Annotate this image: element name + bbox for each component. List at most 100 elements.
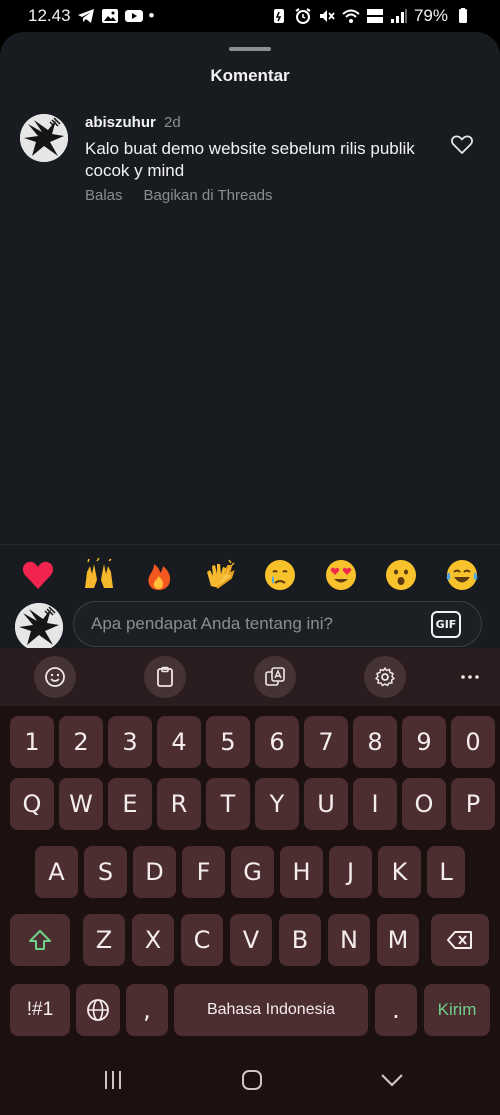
key-o[interactable]: O [402, 778, 446, 830]
key-q[interactable]: Q [10, 778, 54, 830]
status-bar: 12.43 • 79% [0, 0, 500, 32]
gif-button[interactable]: GIF [431, 611, 461, 638]
comment-time: 2d [164, 114, 181, 131]
comments-sheet: Komentar abiszuhur 2d Kalo buat demo web… [0, 32, 500, 544]
key-5[interactable]: 5 [206, 716, 250, 768]
fire-emoji-icon[interactable] [139, 555, 179, 595]
back-icon[interactable] [372, 1064, 412, 1096]
key-k[interactable]: K [378, 846, 421, 898]
gear-icon[interactable] [364, 656, 406, 698]
key-h[interactable]: H [280, 846, 323, 898]
period-key[interactable]: . [375, 984, 417, 1036]
key-z[interactable]: Z [83, 914, 125, 966]
home-icon[interactable] [232, 1064, 272, 1096]
key-s[interactable]: S [84, 846, 127, 898]
heart-eyes-emoji-icon[interactable] [321, 555, 361, 595]
commenter-avatar[interactable] [20, 114, 68, 162]
raising-hands-emoji-icon[interactable] [79, 555, 119, 595]
key-w[interactable]: W [59, 778, 103, 830]
signal-icon [390, 8, 408, 24]
comment-item: abiszuhur 2d Kalo buat demo website sebe… [20, 114, 480, 224]
clipboard-icon[interactable] [144, 656, 186, 698]
emoji-reaction-bar: GIF [0, 544, 500, 651]
key-p[interactable]: P [451, 778, 495, 830]
key-1[interactable]: 1 [10, 716, 54, 768]
telegram-icon [77, 8, 95, 24]
key-7[interactable]: 7 [304, 716, 348, 768]
space-key[interactable]: Bahasa Indonesia [174, 984, 368, 1036]
heart-emoji-icon[interactable] [18, 555, 58, 595]
key-8[interactable]: 8 [353, 716, 397, 768]
key-a[interactable]: A [35, 846, 78, 898]
key-m[interactable]: M [377, 914, 419, 966]
tears-of-joy-emoji-icon[interactable] [442, 555, 482, 595]
reply-button[interactable]: Balas [85, 187, 123, 204]
key-l[interactable]: L [427, 846, 465, 898]
status-right: 79% [270, 6, 472, 26]
comment-input[interactable] [91, 602, 421, 646]
comment-username[interactable]: abiszuhur [85, 114, 156, 131]
alarm-icon [294, 8, 312, 24]
symbols-key[interactable]: !#1 [10, 984, 70, 1036]
key-i[interactable]: I [353, 778, 397, 830]
key-d[interactable]: D [133, 846, 176, 898]
comma-key[interactable]: , [126, 984, 168, 1036]
battery-saver-icon [270, 8, 288, 24]
mute-icon [318, 8, 336, 24]
surprised-face-emoji-icon[interactable] [381, 555, 421, 595]
comment-header: abiszuhur 2d [85, 114, 181, 131]
comment-input-box[interactable]: GIF [73, 601, 482, 647]
backspace-icon [447, 931, 472, 949]
key-t[interactable]: T [206, 778, 250, 830]
share-threads-button[interactable]: Bagikan di Threads [144, 187, 273, 204]
status-dot: • [148, 6, 155, 25]
backspace-key[interactable] [431, 914, 489, 966]
navigation-bar [0, 1046, 500, 1115]
send-key[interactable]: Kirim [424, 984, 490, 1036]
language-key[interactable] [76, 984, 120, 1036]
comment-actions: Balas Bagikan di Threads [85, 187, 273, 204]
current-user-avatar [15, 603, 63, 651]
key-b[interactable]: B [279, 914, 321, 966]
drag-handle[interactable] [229, 47, 271, 51]
key-0[interactable]: 0 [451, 716, 495, 768]
more-icon[interactable] [449, 656, 491, 698]
key-g[interactable]: G [231, 846, 274, 898]
keyboard-toolbar [0, 648, 500, 706]
key-x[interactable]: X [132, 914, 174, 966]
keyboard: 1 2 3 4 5 6 7 8 9 0 Q W E R T Y U I O P … [0, 706, 500, 1046]
key-y[interactable]: Y [255, 778, 299, 830]
globe-icon [87, 999, 109, 1021]
key-6[interactable]: 6 [255, 716, 299, 768]
recents-icon[interactable] [93, 1064, 133, 1096]
key-c[interactable]: C [181, 914, 223, 966]
emoji-row [0, 555, 500, 595]
like-heart-icon[interactable] [450, 132, 474, 156]
key-4[interactable]: 4 [157, 716, 201, 768]
volte-icon [366, 8, 384, 24]
shift-arrow-icon [29, 930, 51, 950]
battery-icon [454, 8, 472, 24]
wifi-icon [342, 8, 360, 24]
translate-icon[interactable] [254, 656, 296, 698]
key-3[interactable]: 3 [108, 716, 152, 768]
emoji-icon[interactable] [34, 656, 76, 698]
shift-key[interactable] [10, 914, 70, 966]
key-2[interactable]: 2 [59, 716, 103, 768]
key-n[interactable]: N [328, 914, 370, 966]
key-j[interactable]: J [329, 846, 372, 898]
key-f[interactable]: F [182, 846, 225, 898]
sheet-title: Komentar [210, 66, 290, 85]
key-9[interactable]: 9 [402, 716, 446, 768]
crying-face-emoji-icon[interactable] [260, 555, 300, 595]
key-e[interactable]: E [108, 778, 152, 830]
comment-input-row: GIF [0, 601, 500, 651]
key-v[interactable]: V [230, 914, 272, 966]
gallery-icon [101, 8, 119, 24]
key-u[interactable]: U [304, 778, 348, 830]
status-time: 12.43 [28, 6, 71, 25]
key-r[interactable]: R [157, 778, 201, 830]
comment-text: Kalo buat demo website sebelum rilis pub… [85, 139, 415, 180]
clapping-hands-emoji-icon[interactable] [200, 555, 240, 595]
status-left: 12.43 • [28, 6, 155, 26]
